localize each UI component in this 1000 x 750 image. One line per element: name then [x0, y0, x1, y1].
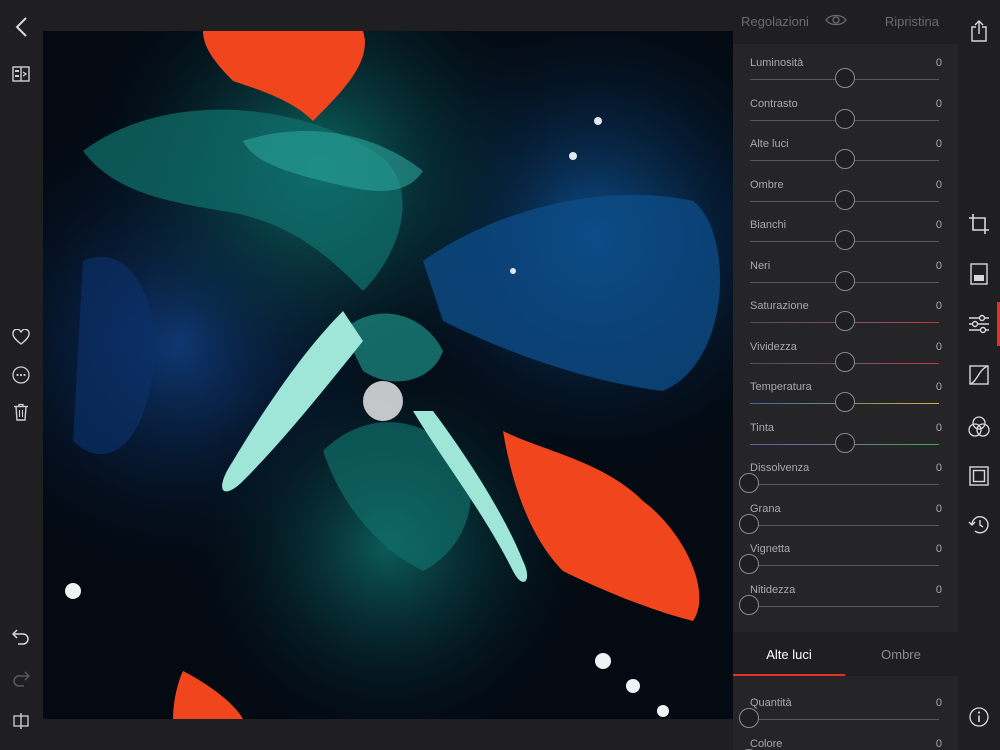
heart-icon[interactable] — [11, 327, 31, 347]
slider-label: Bianchi — [750, 219, 787, 231]
slider-label: Saturazione — [750, 300, 809, 312]
slider-value: 0 — [935, 97, 942, 110]
slider-row: Grana 0 — [733, 490, 958, 534]
tone-tabs: Alte luci Ombre — [733, 632, 958, 676]
slider-label: Colore — [750, 737, 783, 750]
slider-row: Saturazione 0 — [733, 287, 958, 331]
adjustments-panel: Regolazioni Ripristina Luminosità 0 Contra… — [733, 0, 958, 750]
slider-label: Tinta — [750, 421, 775, 434]
slider-track[interactable] — [750, 605, 939, 607]
history-icon[interactable] — [967, 514, 991, 536]
share-icon[interactable] — [968, 20, 990, 42]
slider-value: 0 — [935, 737, 942, 750]
reset-button[interactable]: Ripristina — [885, 14, 939, 29]
slider-label: Luminosità — [750, 57, 804, 69]
slider-row: Colore 0 — [733, 725, 958, 750]
sub-sliders-list: Quantità 0 Colore 0 — [733, 676, 958, 750]
trash-icon[interactable] — [11, 402, 31, 422]
slider-label: Neri — [750, 259, 771, 272]
compare-icon[interactable] — [11, 64, 31, 84]
tab-label: Ombre — [881, 646, 921, 662]
more-icon[interactable] — [11, 365, 31, 385]
slider-label: Vignetta — [750, 543, 791, 555]
slider-value: 0 — [935, 57, 942, 69]
panel-header: Regolazioni Ripristina — [733, 0, 958, 44]
slider-track[interactable] — [750, 524, 939, 526]
slider-row: Alte luci 0 — [733, 125, 958, 169]
slider-value: 0 — [935, 502, 942, 515]
slider-label: Dissolvenza — [750, 462, 810, 474]
slider-row: Luminosità 0 — [733, 44, 958, 88]
slider-value: 0 — [935, 381, 942, 393]
eye-icon[interactable] — [825, 12, 847, 33]
tab-highlights[interactable]: Alte luci — [733, 632, 845, 676]
undo-icon[interactable] — [11, 627, 31, 647]
slider-row: Vividezza 0 — [733, 328, 958, 372]
slider-value: 0 — [935, 583, 942, 596]
color-mix-icon[interactable] — [967, 415, 991, 439]
slider-value: 0 — [935, 178, 942, 191]
slider-value: 0 — [935, 543, 942, 555]
slider-value: 0 — [935, 421, 942, 434]
slider-track[interactable] — [750, 719, 939, 720]
slider-label: Quantità — [750, 697, 792, 709]
slider-value: 0 — [935, 259, 942, 272]
slider-value: 0 — [935, 340, 942, 353]
slider-knob[interactable] — [739, 594, 759, 615]
slider-row: Bianchi 0 — [733, 206, 958, 250]
slider-label: Alte luci — [750, 138, 789, 150]
adjustments-icon[interactable] — [967, 313, 991, 335]
slider-row: Nitidezza 0 — [733, 571, 958, 615]
frame-icon[interactable] — [968, 465, 990, 487]
slider-row: Ombre 0 — [733, 166, 958, 210]
slider-row: Tinta 0 — [733, 409, 958, 453]
tab-label: Alte luci — [766, 646, 812, 662]
left-toolbar — [0, 0, 43, 750]
canvas-area — [43, 0, 733, 750]
slider-value: 0 — [935, 219, 942, 231]
artwork-image — [43, 31, 733, 719]
right-toolbar — [958, 0, 1000, 750]
slider-row: Dissolvenza 0 — [733, 449, 958, 493]
slider-track[interactable] — [750, 484, 939, 485]
slider-row: Neri 0 — [733, 247, 958, 291]
slider-label: Temperatura — [750, 381, 812, 393]
redo-icon[interactable] — [11, 669, 31, 689]
photo-canvas[interactable] — [43, 31, 733, 719]
info-icon[interactable] — [968, 706, 990, 728]
split-view-icon[interactable] — [11, 711, 31, 731]
tab-shadows[interactable]: Ombre — [845, 632, 957, 676]
slider-label: Ombre — [750, 178, 784, 191]
slider-value: 0 — [935, 300, 942, 312]
slider-label: Contrasto — [750, 97, 798, 110]
slider-row: Contrasto 0 — [733, 85, 958, 129]
slider-row: Temperatura 0 — [733, 368, 958, 412]
panel-title: Regolazioni — [741, 14, 809, 29]
slider-row: Quantità 0 — [733, 684, 958, 728]
presets-icon[interactable] — [968, 263, 990, 285]
slider-row: Vignetta 0 — [733, 530, 958, 574]
slider-label: Grana — [750, 502, 781, 515]
slider-value: 0 — [935, 138, 942, 150]
slider-label: Vividezza — [750, 340, 797, 353]
crop-icon[interactable] — [967, 212, 991, 236]
curves-icon[interactable] — [968, 364, 990, 386]
slider-value: 0 — [935, 462, 942, 474]
slider-label: Nitidezza — [750, 583, 796, 596]
slider-track[interactable] — [750, 565, 939, 566]
slider-value: 0 — [935, 697, 942, 709]
back-icon[interactable] — [10, 16, 32, 38]
